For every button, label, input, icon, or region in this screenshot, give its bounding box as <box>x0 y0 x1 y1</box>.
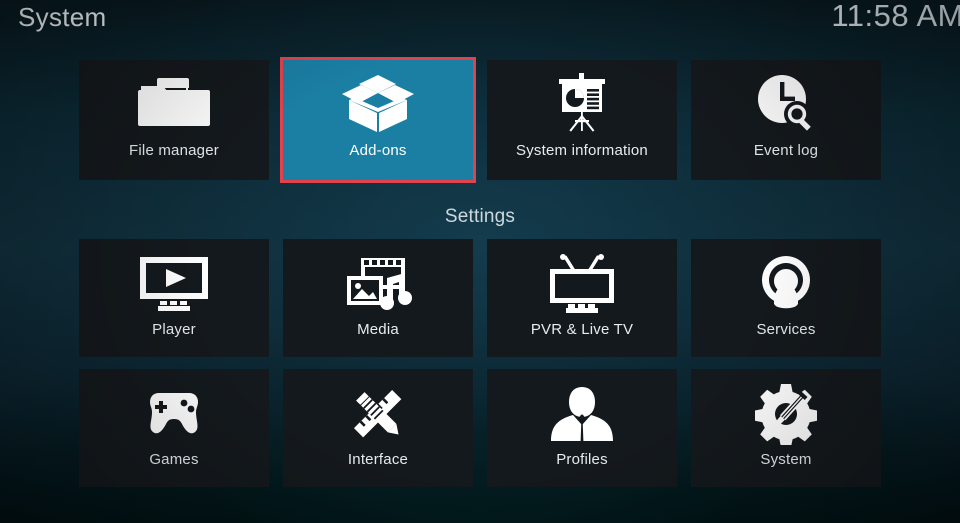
tile-label: File manager <box>129 142 219 159</box>
tile-label: Media <box>357 321 399 338</box>
header-bar: System 11:58 AM <box>0 0 960 46</box>
tile-label: Interface <box>347 451 409 468</box>
tile-label: PVR & Live TV <box>530 321 634 338</box>
tile-system-information[interactable]: System information <box>487 60 677 180</box>
tile-label: Player <box>152 321 196 338</box>
broadcast-person-icon <box>755 249 817 319</box>
tile-media[interactable]: Media <box>283 239 473 357</box>
tile-label: Profiles <box>556 451 608 468</box>
tile-add-ons[interactable]: Add-ons <box>280 57 476 183</box>
tile-profiles[interactable]: Profiles <box>487 369 677 487</box>
tile-label: System information <box>516 142 648 159</box>
tile-file-manager[interactable]: File manager <box>79 60 269 180</box>
tile-interface[interactable]: Interface <box>283 369 473 487</box>
folder-icon <box>137 68 211 140</box>
tile-pvr-live-tv[interactable]: PVR & Live TV <box>487 239 677 357</box>
settings-bottom-row: Games Interface Profiles System <box>0 369 960 487</box>
tile-system[interactable]: System <box>691 369 881 487</box>
tv-antenna-icon <box>546 249 618 319</box>
monitor-play-icon <box>138 249 210 319</box>
tile-label: Event log <box>753 142 819 159</box>
tile-services[interactable]: Services <box>691 239 881 357</box>
top-row: File manager Add-ons System information … <box>0 57 960 183</box>
presentation-board-icon <box>551 68 613 140</box>
page-title: System <box>18 2 107 32</box>
settings-middle-row: Player Media PVR & Live TV Services <box>0 239 960 357</box>
media-collage-icon <box>343 249 413 319</box>
gear-screwdriver-icon <box>755 379 817 449</box>
tile-games[interactable]: Games <box>79 369 269 487</box>
tile-label: Add-ons <box>349 142 407 159</box>
tile-label: System <box>760 451 812 468</box>
settings-section-label: Settings <box>444 206 516 227</box>
tile-label: Services <box>756 321 816 338</box>
clock-search-icon <box>754 68 818 140</box>
open-box-icon <box>339 68 417 140</box>
gamepad-icon <box>138 379 210 449</box>
person-bust-icon <box>549 379 615 449</box>
pencil-ruler-icon <box>347 379 409 449</box>
kodi-system-screen: System 11:58 AM File manager Add-ons Sys… <box>0 0 960 523</box>
tile-event-log[interactable]: Event log <box>691 60 881 180</box>
tile-player[interactable]: Player <box>79 239 269 357</box>
clock: 11:58 AM <box>831 0 960 33</box>
tile-label: Games <box>149 451 199 468</box>
